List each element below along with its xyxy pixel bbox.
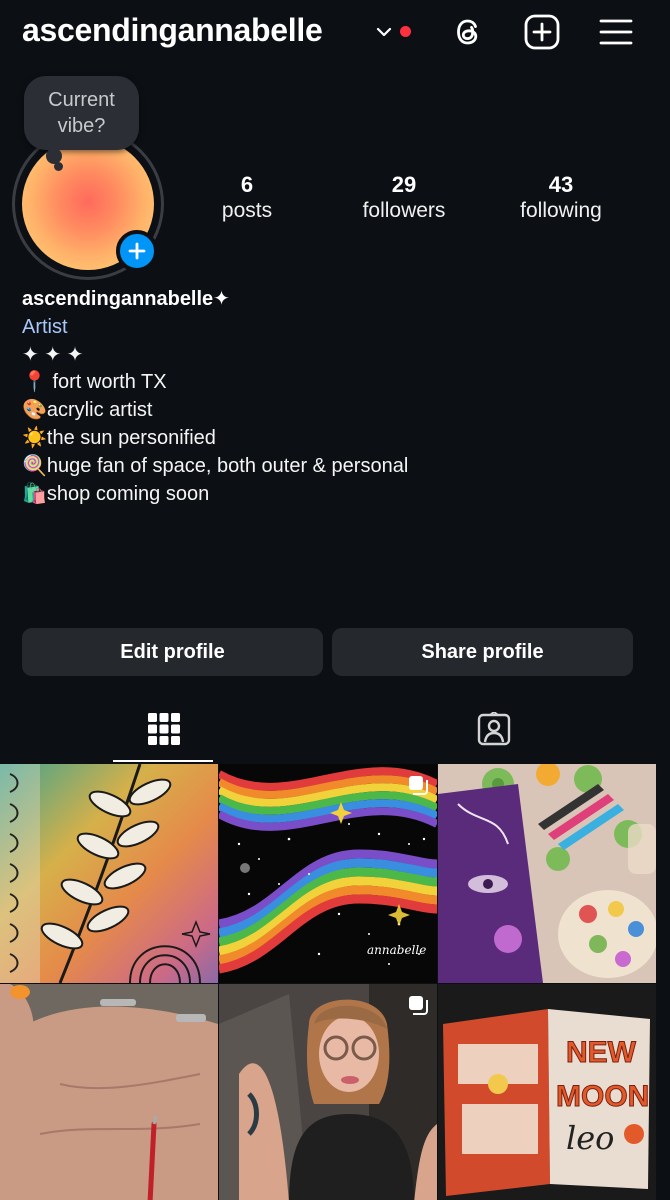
bio-line: 🛍️shop coming soon	[22, 482, 210, 505]
stat-followers[interactable]: 29 followers	[339, 172, 469, 223]
bio-line: 🎨acrylic artist	[22, 399, 153, 422]
stat-following-label: following	[520, 199, 602, 222]
bio-line: ✦ ✦ ✦	[22, 343, 84, 366]
journal-title-moon: MOON	[556, 1080, 649, 1113]
category-label: Artist	[22, 315, 68, 338]
add-story-button[interactable]	[116, 230, 158, 272]
note-bubble-tail-small	[54, 162, 63, 171]
menu-icon[interactable]	[596, 12, 636, 52]
grid-icon	[148, 713, 180, 745]
account-switcher-username[interactable]: ascendingannabelle	[22, 12, 323, 49]
multiple-images-icon	[409, 996, 428, 1015]
note-bubble[interactable]: Current vibe?	[24, 76, 139, 150]
stat-followers-label: followers	[362, 199, 446, 222]
bio-line: 🍭huge fan of space, both outer & persona…	[22, 454, 409, 477]
signature-text: annabelle	[367, 943, 426, 957]
create-post-icon[interactable]	[522, 12, 562, 52]
stat-posts-label: posts	[221, 199, 273, 222]
post-image: annabelle	[219, 764, 437, 983]
stat-followers-value: 29	[391, 172, 417, 197]
stat-posts[interactable]: 6 posts	[182, 172, 312, 223]
notification-dot	[400, 26, 411, 37]
multiple-images-icon	[409, 776, 428, 795]
plus-icon	[128, 242, 146, 260]
tab-tagged[interactable]	[443, 700, 543, 762]
stat-posts-value: 6	[240, 172, 254, 197]
post-thumbnail-selfie[interactable]	[219, 984, 437, 1200]
journal-title-leo: leo	[566, 1119, 614, 1157]
post-image	[0, 764, 218, 983]
note-line-1: Current	[48, 89, 115, 111]
stat-following[interactable]: 43 following	[496, 172, 626, 223]
tab-posts-grid[interactable]	[113, 700, 213, 762]
post-thumbnail-purple-art[interactable]	[438, 764, 656, 983]
post-image	[0, 984, 218, 1200]
display-name: ascendingannabelle✦	[22, 288, 230, 310]
post-thumbnail-new-moon-journal[interactable]: NEW MOON leo	[438, 984, 656, 1200]
post-image: NEW MOON leo	[438, 984, 656, 1200]
bio: ascendingannabelle✦ Artist ✦ ✦ ✦ 📍 fort …	[22, 286, 652, 508]
profile-page: ascendingannabelle Current vibe? 6 posts	[0, 0, 670, 1200]
bio-line: ☀️the sun personified	[22, 426, 216, 449]
post-image	[219, 984, 437, 1200]
post-thumbnail-hand-paintbrush[interactable]	[0, 984, 218, 1200]
journal-title-new: NEW	[566, 1036, 637, 1069]
note-line-2: vibe?	[57, 115, 106, 137]
edit-profile-button[interactable]: Edit profile	[22, 628, 323, 676]
post-image	[438, 764, 656, 983]
share-profile-button[interactable]: Share profile	[332, 628, 633, 676]
threads-icon[interactable]	[448, 12, 488, 52]
post-thumbnail-rainbow-space[interactable]: annabelle	[219, 764, 437, 983]
chevron-down-icon[interactable]	[374, 22, 394, 42]
stat-following-value: 43	[548, 172, 574, 197]
post-thumbnail-leaf-sketch[interactable]	[0, 764, 218, 983]
tagged-person-icon	[477, 712, 511, 746]
top-bar: ascendingannabelle	[0, 0, 670, 66]
bio-line: 📍 fort worth TX	[22, 371, 167, 394]
